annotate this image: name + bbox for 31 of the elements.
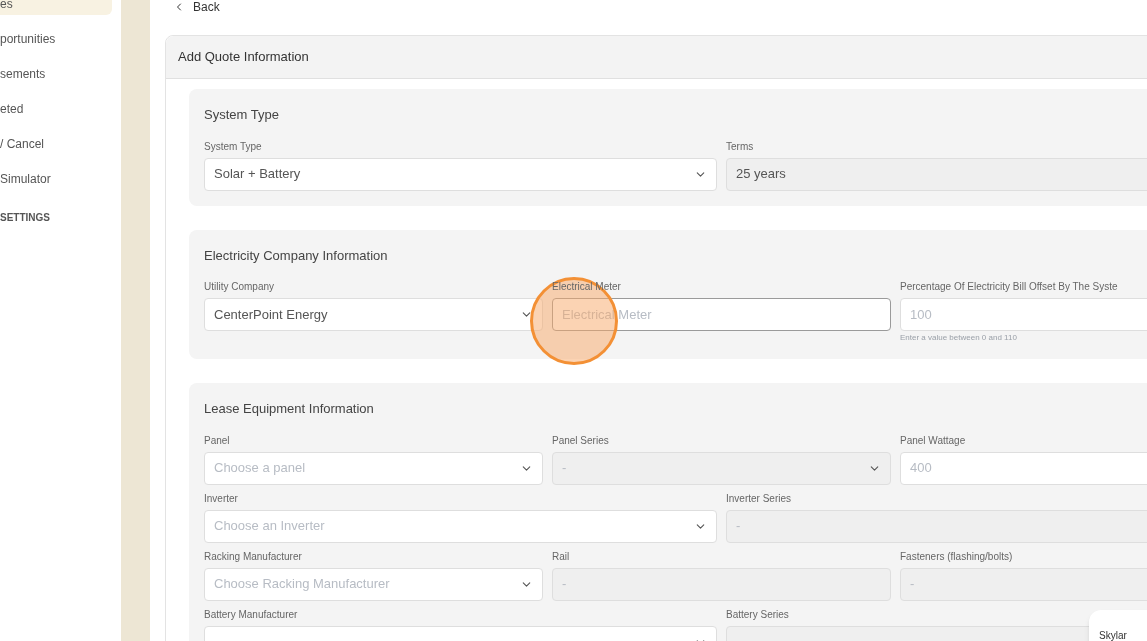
field-label: Rail <box>552 550 570 563</box>
select-field[interactable]: Solar + Battery <box>204 157 717 191</box>
section-title: Lease Equipment Information <box>204 400 375 418</box>
sidebar-item[interactable]: portunities <box>0 27 112 50</box>
section-title: Electricity Company Information <box>204 246 389 265</box>
field-label: Inverter Series <box>726 492 792 505</box>
sidebar-item[interactable]: Simulator <box>0 167 112 190</box>
field-label: Percentage Of Electricity Bill Offset By The Syste <box>900 281 1118 293</box>
field-label: Fasteners (flashing/bolts) <box>900 550 1013 563</box>
field-label: Battery Manufacturer <box>204 608 298 621</box>
field-label: System Type <box>204 140 262 153</box>
widget-label: Skylar <box>1099 630 1127 641</box>
sidebar-item[interactable]: es <box>0 0 112 15</box>
assistant-dialog[interactable]: Skylar <box>1089 610 1147 641</box>
field-label: Panel Wattage <box>900 434 966 447</box>
field-label: Racking Manufacturer <box>204 550 302 563</box>
card-title: Add Quote Information <box>178 48 309 67</box>
select-field[interactable]: CenterPoint Energy <box>204 298 543 331</box>
sidebar-item[interactable]: / Cancel <box>0 132 112 155</box>
sidebar-item[interactable]: sements <box>0 62 112 85</box>
field-hint: Enter a value between 0 and 110 <box>900 332 1017 344</box>
section-heading: SETTINGS <box>0 211 51 225</box>
back-link[interactable]: Back <box>173 0 220 14</box>
field-label: Utility Company <box>204 281 275 293</box>
field-label: Panel Series <box>552 434 609 447</box>
section-title: System Type <box>204 106 280 124</box>
field-label: Battery Series <box>726 608 789 621</box>
sidebar-item[interactable]: eted <box>0 97 112 120</box>
field-label: Inverter <box>204 492 238 505</box>
field-label: Terms <box>726 140 754 153</box>
field-label: Panel <box>204 434 230 447</box>
